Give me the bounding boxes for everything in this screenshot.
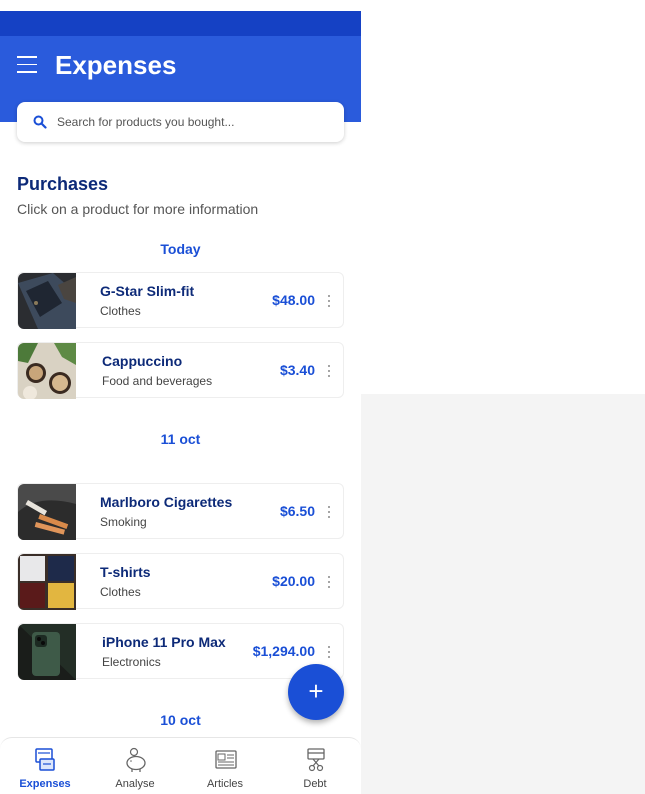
item-name: G-Star Slim-fit xyxy=(100,283,195,299)
purchase-item-cappuccino[interactable]: Cappuccino Food and beverages $3.40 xyxy=(17,342,344,399)
more-options-icon[interactable] xyxy=(323,643,335,661)
purchase-item-iphone[interactable]: iPhone 11 Pro Max Electronics $1,294.00 xyxy=(17,623,344,680)
item-price: $48.00 xyxy=(272,292,315,308)
search-icon xyxy=(33,115,47,129)
item-category: Smoking xyxy=(100,515,147,529)
purchases-heading: Purchases xyxy=(17,174,109,194)
product-thumbnail-coffee xyxy=(18,343,76,399)
purchase-item-marlboro[interactable]: Marlboro Cigarettes Smoking $6.50 xyxy=(17,483,344,540)
hamburger-menu-icon[interactable] xyxy=(17,56,37,74)
product-thumbnail-jeans xyxy=(18,273,76,329)
date-header-11-oct: 11 oct xyxy=(160,431,201,447)
status-bar xyxy=(0,11,361,36)
item-name: Cappuccino xyxy=(102,353,183,369)
nav-label: Analyse xyxy=(115,778,155,790)
page-title: Expenses xyxy=(55,50,177,80)
bottom-navigation: Expenses Analyse Articles Debt xyxy=(0,737,361,794)
item-category: Food and beverages xyxy=(102,374,213,388)
nav-label: Articles xyxy=(206,778,244,790)
add-expense-button[interactable]: + xyxy=(288,664,344,720)
nav-label: Debt xyxy=(303,778,327,790)
nav-item-expenses[interactable]: Expenses xyxy=(0,738,90,794)
wallet-icon xyxy=(35,748,55,771)
product-thumbnail-iphone xyxy=(18,624,76,680)
purchases-subtitle: Click on a product for more information xyxy=(17,201,259,217)
item-category: Clothes xyxy=(100,585,141,599)
phone-screen: Expenses Purchases Click on a product fo… xyxy=(0,0,361,794)
item-price: $20.00 xyxy=(272,573,315,589)
item-price: $1,294.00 xyxy=(252,643,315,659)
more-options-icon[interactable] xyxy=(323,573,335,591)
piggy-bank-icon xyxy=(126,747,146,772)
item-name: Marlboro Cigarettes xyxy=(100,494,233,510)
product-thumbnail-cigarettes xyxy=(18,484,76,540)
item-price: $3.40 xyxy=(279,362,315,378)
item-category: Electronics xyxy=(102,655,161,669)
item-category: Clothes xyxy=(100,304,141,318)
purchase-item-tshirts[interactable]: T-shirts Clothes $20.00 xyxy=(17,553,344,610)
product-thumbnail-tshirts xyxy=(18,554,76,610)
purchase-item-gstar[interactable]: G-Star Slim-fit Clothes $48.00 xyxy=(17,272,344,329)
more-options-icon[interactable] xyxy=(323,362,335,380)
scissors-card-icon xyxy=(307,748,325,772)
more-options-icon[interactable] xyxy=(323,503,335,521)
item-name: T-shirts xyxy=(100,564,151,580)
more-options-icon[interactable] xyxy=(323,292,335,310)
date-header-today: Today xyxy=(160,241,201,257)
newspaper-icon xyxy=(215,750,237,769)
nav-item-articles[interactable]: Articles xyxy=(180,738,270,794)
nav-item-debt[interactable]: Debt xyxy=(270,738,360,794)
nav-item-analyse[interactable]: Analyse xyxy=(90,738,180,794)
search-bar[interactable] xyxy=(17,102,344,142)
empty-background-panel xyxy=(361,394,645,794)
item-name: iPhone 11 Pro Max xyxy=(102,634,226,650)
search-input[interactable] xyxy=(57,112,327,132)
item-price: $6.50 xyxy=(279,503,315,519)
nav-label: Expenses xyxy=(19,778,71,790)
